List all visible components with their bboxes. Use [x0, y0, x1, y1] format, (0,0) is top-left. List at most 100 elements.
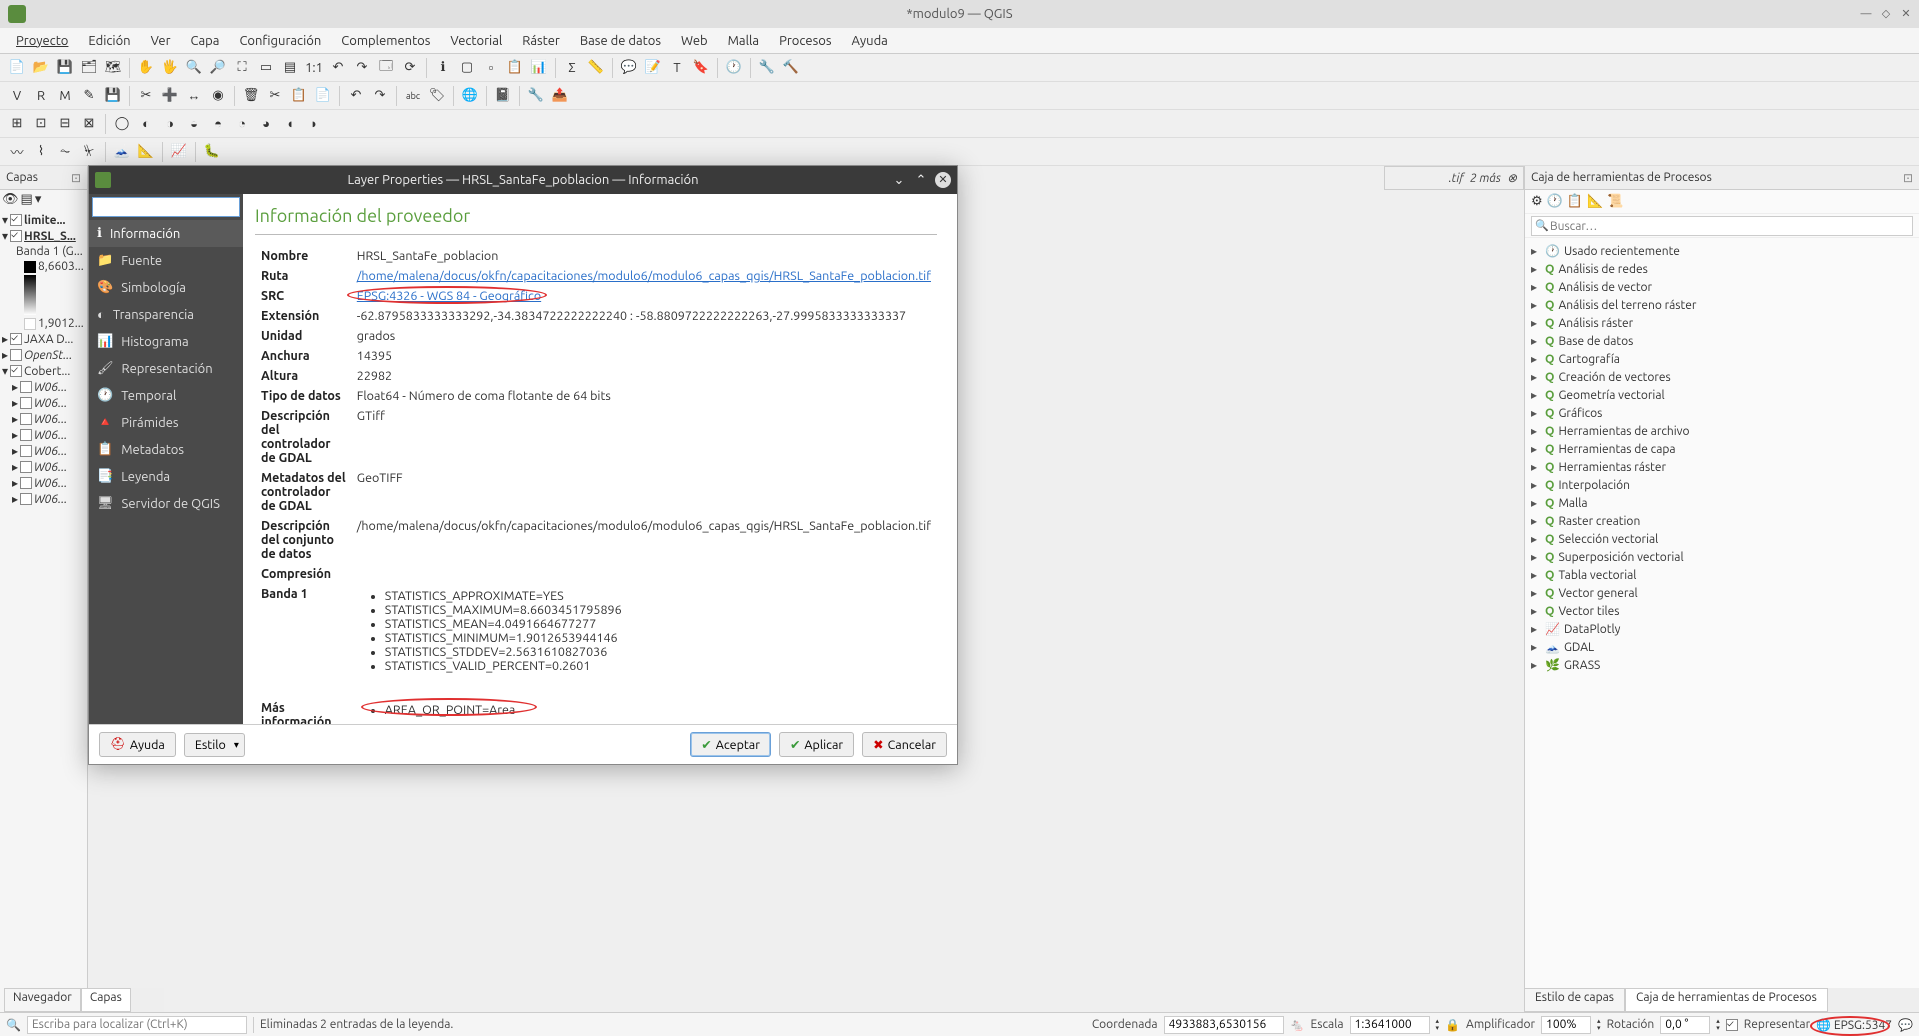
processing-tree-node[interactable]: ▸QAnálisis de vector	[1531, 278, 1913, 296]
sidebar-item-leyenda[interactable]: 📑Leyenda	[89, 463, 243, 490]
sidebar-item-fuente[interactable]: 📁Fuente	[89, 247, 243, 274]
processing-tree-node[interactable]: ▸QTabla vectorial	[1531, 566, 1913, 584]
menu-capa[interactable]: Capa	[183, 32, 228, 50]
processing-tree-node[interactable]: ▸QInterpolación	[1531, 476, 1913, 494]
bug-icon[interactable]: 🐛	[201, 141, 223, 163]
geom5-icon[interactable]: ◓	[207, 113, 229, 135]
processing-tree-node[interactable]: ▸QGeometría vectorial	[1531, 386, 1913, 404]
sidebar-item-representacion[interactable]: 🖌Representación	[89, 355, 243, 382]
layout-manager-icon[interactable]: 🗺	[102, 57, 124, 79]
render-checkbox[interactable]	[1726, 1019, 1738, 1031]
layer-cobert[interactable]: Cobert...	[24, 365, 70, 378]
expand-icon[interactable]: ▾	[35, 192, 42, 210]
layer-opensm[interactable]: OpenSt...	[24, 349, 72, 362]
processing-tree-node[interactable]: ▸QHerramientas de capa	[1531, 440, 1913, 458]
current-edits-icon[interactable]: ✂	[135, 85, 157, 107]
results-icon[interactable]: 📋	[1567, 194, 1583, 209]
abc-icon[interactable]: abc	[402, 85, 424, 107]
processing-tree-node[interactable]: ▸QHerramientas ráster	[1531, 458, 1913, 476]
lock-icon[interactable]: 🔒	[1445, 1018, 1460, 1032]
digi1-icon[interactable]: 〰	[6, 141, 28, 163]
sidebar-item-informacion[interactable]: ℹInformación	[89, 220, 243, 247]
scale-spinner[interactable]: ▴▾	[1436, 1018, 1440, 1032]
pan-icon[interactable]: ✋	[135, 57, 157, 79]
digi2-icon[interactable]: ⌇	[30, 141, 52, 163]
processing-tree-node[interactable]: ▸QAnálisis de redes	[1531, 260, 1913, 278]
annotation-icon[interactable]: 📝	[642, 57, 664, 79]
processing-tree-node[interactable]: ▸📈DataPlotly	[1531, 620, 1913, 638]
processing-tree-node[interactable]: ▸QVector general	[1531, 584, 1913, 602]
processing-tree-node[interactable]: ▸QCartografía	[1531, 350, 1913, 368]
processing-tree-node[interactable]: ▸QBase de datos	[1531, 332, 1913, 350]
coord-input[interactable]	[1164, 1016, 1284, 1034]
rot-spinner[interactable]: ▴▾	[1716, 1018, 1720, 1032]
undo-icon[interactable]: ↶	[345, 85, 367, 107]
filter-layers-icon[interactable]: 👁	[2, 192, 19, 210]
add-raster-icon[interactable]: R	[30, 85, 52, 107]
deselect-icon[interactable]: ▫	[480, 57, 502, 79]
add-vector-icon[interactable]: V	[6, 85, 28, 107]
processing-tree-node[interactable]: ▸QAnálisis ráster	[1531, 314, 1913, 332]
zoom-last-icon[interactable]: ↶	[327, 57, 349, 79]
script-icon[interactable]: 📜	[1607, 194, 1623, 209]
geom1-icon[interactable]: ◯	[111, 113, 133, 135]
style-button[interactable]: Estilo	[184, 733, 245, 757]
maximize-button[interactable]: ◇	[1879, 7, 1893, 21]
menu-procesos[interactable]: Procesos	[771, 32, 839, 50]
processing-tree-node[interactable]: ▸QSuperposición vectorial	[1531, 548, 1913, 566]
accept-button[interactable]: ✔Aceptar	[690, 732, 771, 757]
copy-icon[interactable]: 📋	[288, 85, 310, 107]
paste-icon[interactable]: 📄	[312, 85, 334, 107]
zoom-out-icon[interactable]: 🔎	[207, 57, 229, 79]
processing-tree[interactable]: ▸🕐Usado recientemente▸QAnálisis de redes…	[1525, 238, 1919, 1012]
menu-web[interactable]: Web	[673, 32, 716, 50]
layer-w2[interactable]: W06...	[34, 397, 67, 410]
chip-close-icon[interactable]: ⊗	[1507, 171, 1517, 185]
tab-caja-herramientas[interactable]: Caja de herramientas de Procesos	[1625, 988, 1828, 1012]
extents-icon[interactable]: 🐁	[1290, 1018, 1305, 1032]
new-project-icon[interactable]: 📄	[6, 57, 28, 79]
zoom-selection-icon[interactable]: ▭	[255, 57, 277, 79]
save-edits-icon[interactable]: 💾	[102, 85, 124, 107]
folder-out-icon[interactable]: 📤	[549, 85, 571, 107]
amplifier-input[interactable]	[1541, 1016, 1591, 1034]
snap2-icon[interactable]: ⊡	[30, 113, 52, 135]
zoom-in-icon[interactable]: 🔍	[183, 57, 205, 79]
save-project-icon[interactable]: 💾	[54, 57, 76, 79]
open-project-icon[interactable]: 📂	[30, 57, 52, 79]
processing-tree-node[interactable]: ▸🕐Usado recientemente	[1531, 242, 1913, 260]
menu-vectorial[interactable]: Vectorial	[442, 32, 510, 50]
menu-edicion[interactable]: Edición	[80, 32, 138, 50]
new-layout-icon[interactable]: 🗂	[78, 57, 100, 79]
processing-undock-icon[interactable]: ⊡	[1903, 171, 1913, 185]
menu-malla[interactable]: Malla	[720, 32, 768, 50]
layer-w5[interactable]: W06...	[34, 445, 67, 458]
tab-navegador[interactable]: Navegador	[4, 988, 81, 1012]
history-icon[interactable]: 🕐	[1547, 194, 1563, 209]
crs-button[interactable]: 🌐 EPSG:5347	[1816, 1018, 1892, 1032]
dialog-sidebar-search[interactable]	[92, 197, 240, 217]
snap-icon[interactable]: ⊞	[6, 113, 28, 135]
layer-w3[interactable]: W06...	[34, 413, 67, 426]
sidebar-item-simbologia[interactable]: 🎨Simbología	[89, 274, 243, 301]
attributes-icon[interactable]: 📋	[504, 57, 526, 79]
locate-input[interactable]	[27, 1016, 247, 1034]
geom6-icon[interactable]: ◔	[231, 113, 253, 135]
geom7-icon[interactable]: ◕	[255, 113, 277, 135]
add-group-icon[interactable]: ▤	[21, 192, 33, 210]
sidebar-item-histograma[interactable]: 📊Histograma	[89, 328, 243, 355]
geom4-icon[interactable]: ◒	[183, 113, 205, 135]
pan-selection-icon[interactable]: 🖐	[159, 57, 181, 79]
cut-icon[interactable]: ✂	[264, 85, 286, 107]
processing-tree-node[interactable]: ▸QSelección vectorial	[1531, 530, 1913, 548]
maptips-icon[interactable]: 💬	[618, 57, 640, 79]
layer-item-selected[interactable]: HRSL_S...	[24, 230, 76, 243]
model-icon[interactable]: 📐	[1587, 194, 1603, 209]
src-link[interactable]: EPSG:4326 - WGS 84 - Geográfico	[357, 289, 541, 303]
layer-w6[interactable]: W06...	[34, 461, 67, 474]
rotation-input[interactable]	[1660, 1016, 1710, 1034]
menu-raster[interactable]: Ráster	[514, 32, 568, 50]
geom3-icon[interactable]: ◑	[159, 113, 181, 135]
amp-spinner[interactable]: ▴▾	[1597, 1018, 1601, 1032]
wrench-icon[interactable]: 🔧	[525, 85, 547, 107]
